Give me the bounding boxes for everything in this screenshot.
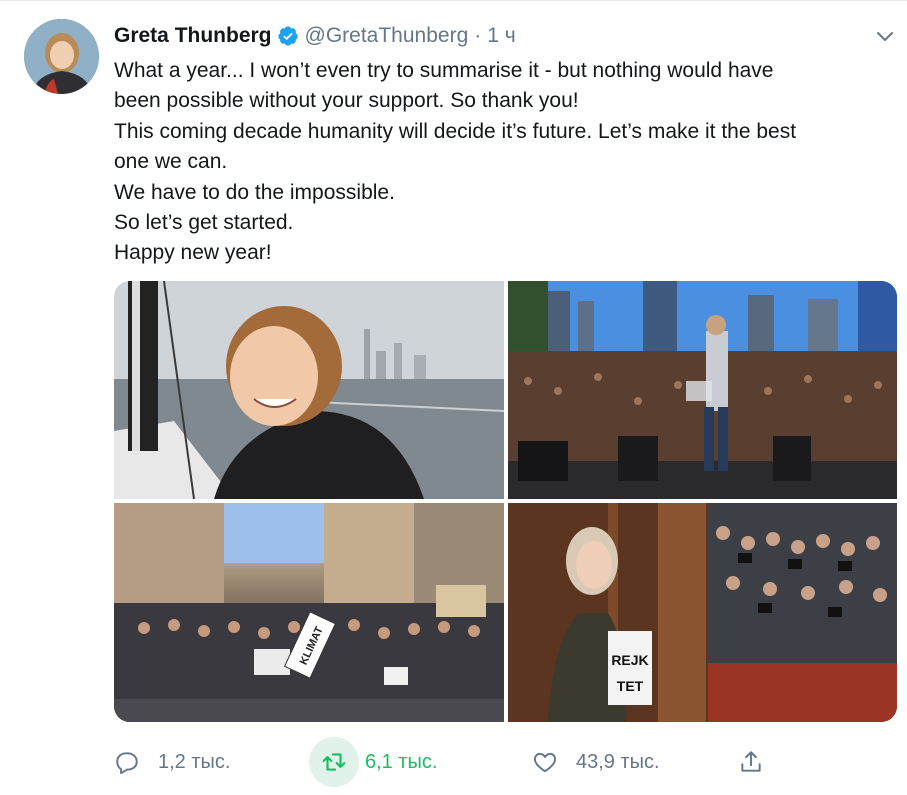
author-name[interactable]: Greta Thunberg <box>114 24 272 48</box>
photo-boat[interactable] <box>114 281 504 499</box>
photo-train-press[interactable]: REJK TET <box>508 503 897 722</box>
tweet-text: What a year... I won’t even try to summa… <box>114 56 894 269</box>
photo-grid: KLIMAT REJK TET <box>114 281 897 722</box>
like-button[interactable]: 43,9 тыс. <box>532 737 660 787</box>
sign-strejk: REJK <box>611 652 648 668</box>
timestamp[interactable]: 1 ч <box>487 24 515 48</box>
retweet-icon <box>309 737 359 787</box>
reply-icon <box>114 749 140 775</box>
tweet-text-line: Happy new year! <box>114 241 272 265</box>
verified-badge-icon <box>277 26 298 46</box>
retweet-button[interactable]: 6,1 тыс. <box>309 737 438 787</box>
photo-rally-stage[interactable] <box>508 281 897 499</box>
tweet-text-line: So let’s get started. <box>114 211 294 235</box>
share-icon <box>738 749 764 775</box>
retweet-count: 6,1 тыс. <box>365 750 438 773</box>
share-button[interactable] <box>738 737 764 787</box>
reply-button[interactable]: 1,2 тыс. <box>114 737 230 787</box>
tweet-text-line: one we can. <box>114 150 228 174</box>
tweet-actions: 1,2 тыс. 6,1 тыс. 43,9 тыс. <box>114 737 894 787</box>
divider <box>0 0 907 1</box>
photo-street-march[interactable]: KLIMAT <box>114 503 504 722</box>
avatar[interactable] <box>24 19 99 94</box>
like-count: 43,9 тыс. <box>576 750 660 773</box>
tweet-header: Greta Thunberg @GretaThunberg · 1 ч <box>114 20 516 52</box>
chevron-down-icon[interactable] <box>873 24 897 48</box>
author-handle[interactable]: @GretaThunberg <box>305 24 469 48</box>
reply-count: 1,2 тыс. <box>158 750 231 773</box>
heart-icon <box>532 749 558 775</box>
separator-dot: · <box>474 24 482 47</box>
tweet-text-line: been possible without your support. So t… <box>114 89 579 113</box>
tweet-text-line: We have to do the impossible. <box>114 180 395 204</box>
tweet-text-line: What a year... I won’t even try to summa… <box>114 59 774 82</box>
sign-tet: TET <box>617 678 644 694</box>
tweet-text-line: This coming decade humanity will decide … <box>114 119 797 143</box>
